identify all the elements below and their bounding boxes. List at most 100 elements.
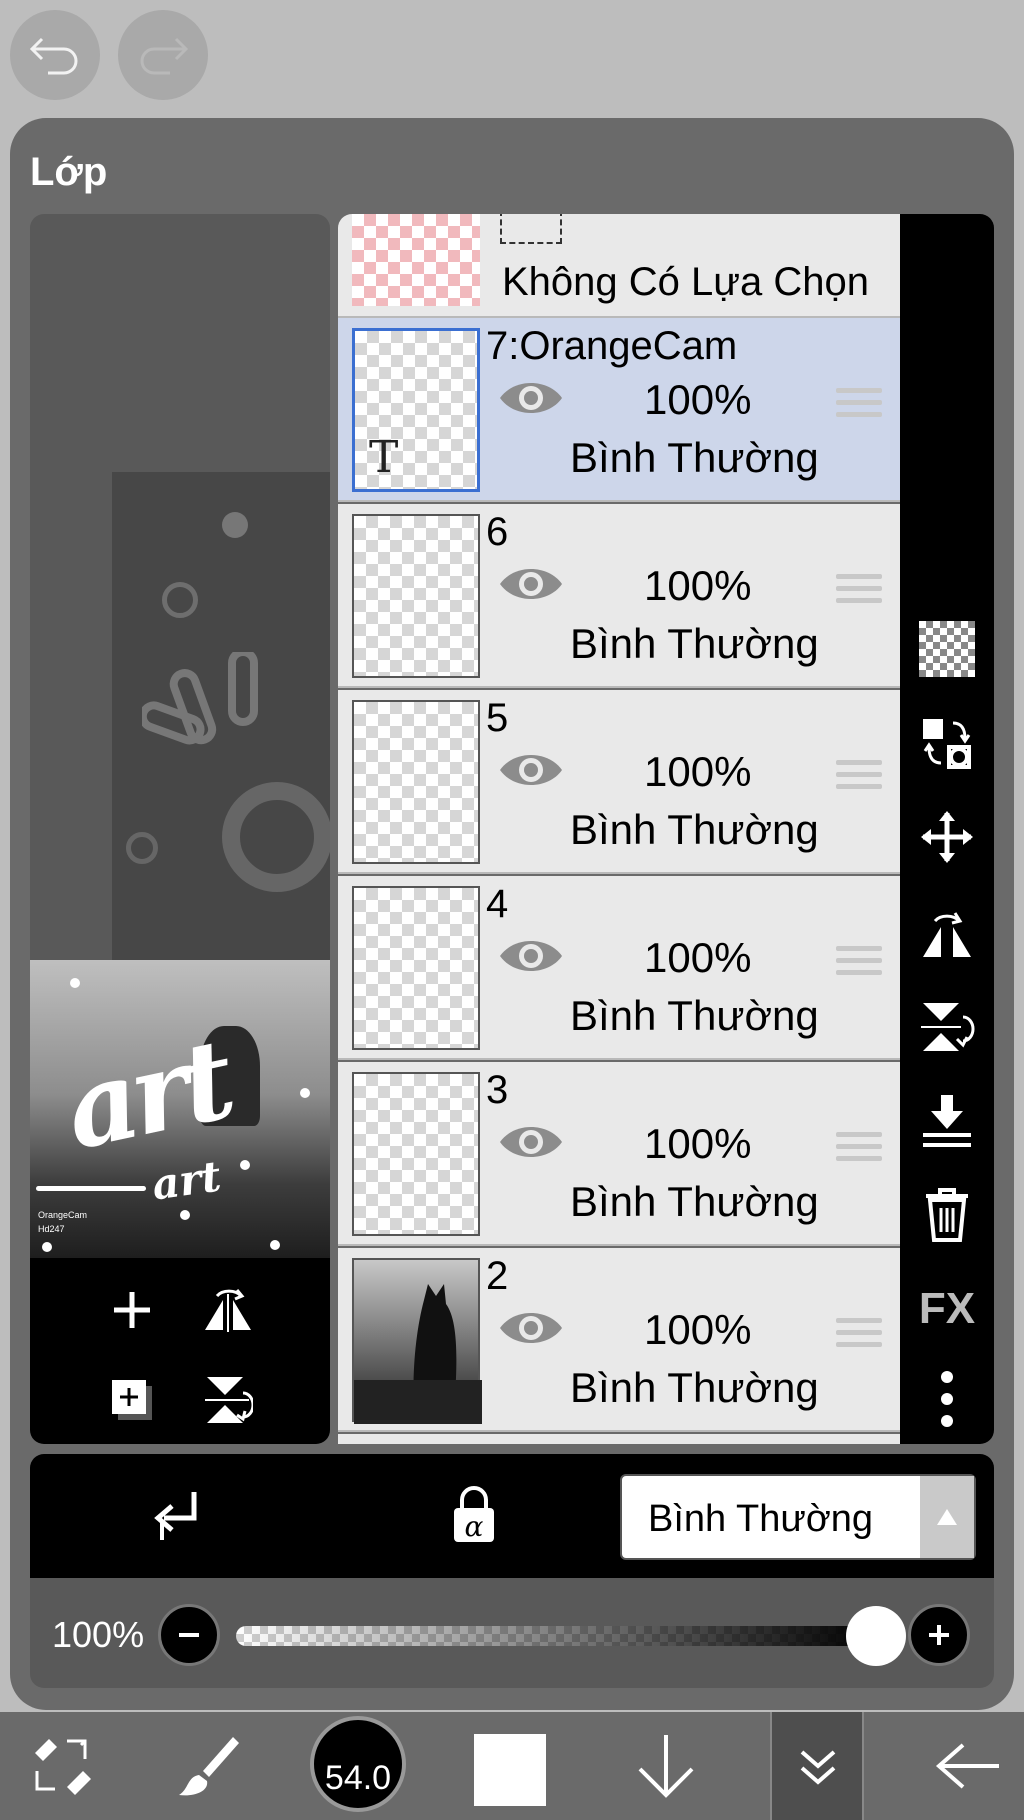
canvas-preview-pane: art art OrangeCam Hd247 (30, 214, 330, 1444)
plus-icon (114, 1292, 150, 1328)
duplicate-layer-button[interactable] (102, 1370, 162, 1430)
visibility-eye-icon[interactable] (498, 562, 564, 606)
move-arrows-icon (921, 811, 973, 863)
redo-icon (140, 37, 189, 75)
add-layer-button[interactable] (102, 1280, 162, 1340)
cat-photo-icon (354, 1284, 482, 1424)
layer-opacity: 100% (644, 1120, 752, 1167)
move-button[interactable] (912, 802, 982, 872)
layer-blend-mode: Bình Thường (570, 620, 819, 667)
visibility-eye-icon[interactable] (498, 934, 564, 978)
fx-button[interactable]: FX (912, 1274, 982, 1344)
layer-list[interactable]: Không Có Lựa Chọn T 7:OrangeCam 100% Bìn… (338, 214, 900, 1444)
dropdown-arrow-icon (920, 1476, 974, 1558)
flip-horizontal-button[interactable] (198, 1280, 258, 1340)
drag-handle-icon[interactable] (836, 946, 882, 980)
opacity-slider-knob[interactable] (846, 1606, 906, 1666)
flip-layer-vertical-button[interactable] (912, 992, 982, 1062)
layer-row-3[interactable]: 3 100% Bình Thường (338, 1062, 900, 1246)
layer-blend-mode: Bình Thường (570, 434, 819, 481)
trash-icon (926, 1188, 968, 1242)
text-layer-icon: T (369, 432, 399, 483)
panel-title: Lớp (30, 150, 108, 194)
opacity-increase-button[interactable] (908, 1604, 970, 1666)
layer-thumbnail (352, 1072, 480, 1236)
merge-down-button[interactable] (912, 1086, 982, 1156)
selection-layer-label: Không Có Lựa Chọn (502, 260, 870, 304)
flip-vertical-icon (921, 1003, 975, 1051)
drag-handle-icon[interactable] (836, 760, 882, 794)
layer-row-2[interactable]: 2 100% Bình Thường (338, 1248, 900, 1432)
layer-row-4[interactable]: 4 100% Bình Thường (338, 876, 900, 1060)
back-button[interactable] (920, 1712, 1016, 1820)
transform-tool-button[interactable] (14, 1712, 110, 1820)
brush-size-indicator[interactable]: 54.0 (310, 1716, 406, 1812)
brush-size-value: 54.0 (324, 1759, 392, 1797)
swap-layer-button[interactable] (912, 708, 982, 778)
delete-layer-button[interactable] (912, 1180, 982, 1250)
flip-vertical-button[interactable] (198, 1370, 258, 1430)
layer-actions-column: FX (900, 214, 994, 1444)
merge-down-icon (923, 1095, 971, 1147)
visibility-eye-icon[interactable] (498, 748, 564, 792)
clipping-arrow-icon (154, 1492, 197, 1540)
selection-layer[interactable]: Không Có Lựa Chọn (338, 214, 900, 318)
opacity-row: 100% (30, 1578, 994, 1688)
duplicate-icon (112, 1380, 152, 1420)
layer-row-6[interactable]: 6 100% Bình Thường (338, 504, 900, 688)
color-swatch[interactable] (474, 1734, 546, 1806)
selection-layer-thumbnail (352, 214, 480, 306)
redo-button[interactable] (118, 10, 208, 100)
brush-icon (179, 1737, 239, 1796)
canvas-thumbnail[interactable]: art art OrangeCam Hd247 (30, 960, 330, 1258)
undo-button[interactable] (10, 10, 100, 100)
drag-handle-icon[interactable] (836, 388, 882, 422)
layers-tab-button[interactable] (770, 1712, 864, 1820)
opacity-slider[interactable] (236, 1626, 876, 1646)
download-button[interactable] (618, 1712, 714, 1820)
layer-row-7[interactable]: T 7:OrangeCam 100% Bình Thường (338, 318, 900, 502)
layer-blend-mode: Bình Thường (570, 992, 819, 1039)
layer-thumbnail (352, 886, 480, 1050)
layer-name: 4 (486, 882, 509, 926)
layer-thumbnail (352, 514, 480, 678)
flip-horizontal-icon (923, 912, 971, 957)
blend-mode-bar: α Bình Thường (30, 1454, 994, 1578)
layer-thumbnail: T (352, 328, 480, 492)
swap-icon (923, 719, 971, 769)
visibility-eye-icon[interactable] (498, 1306, 564, 1350)
blend-mode-value: Bình Thường (648, 1498, 874, 1540)
more-options-button[interactable] (912, 1364, 982, 1434)
blend-mode-select[interactable]: Bình Thường (620, 1474, 976, 1560)
thumbnail-caption-2: Hd247 (38, 1224, 65, 1234)
clipping-button[interactable] (148, 1484, 212, 1548)
alpha-lock-button[interactable]: α (442, 1484, 506, 1548)
drag-handle-icon[interactable] (836, 1318, 882, 1352)
alpha-lock-icon: α (454, 1486, 494, 1543)
layer-row-5[interactable]: 5 100% Bình Thường (338, 690, 900, 874)
drag-handle-icon[interactable] (836, 1132, 882, 1166)
thumbnail-caption: OrangeCam (38, 1210, 88, 1220)
flip-layer-horizontal-button[interactable] (912, 898, 982, 968)
layer-row-1[interactable] (338, 1434, 900, 1444)
layer-name: 3 (486, 1068, 509, 1112)
layer-name: 2 (486, 1254, 509, 1298)
layer-opacity: 100% (644, 1306, 752, 1353)
transparency-button[interactable] (912, 614, 982, 684)
layer-name: 7:OrangeCam (486, 324, 738, 368)
chevron-double-down-icon (800, 1750, 836, 1785)
opacity-value: 100% (52, 1614, 145, 1655)
layer-opacity: 100% (644, 934, 752, 981)
drag-handle-icon[interactable] (836, 574, 882, 608)
opacity-decrease-button[interactable] (158, 1604, 220, 1666)
layer-name: 6 (486, 510, 509, 554)
bottom-toolbar: 54.0 (0, 1712, 1024, 1820)
visibility-eye-icon[interactable] (498, 376, 564, 420)
minus-icon (179, 1633, 199, 1637)
layer-opacity: 100% (644, 748, 752, 795)
thumbnail-art-text: art (54, 1014, 240, 1175)
flip-horizontal-icon (205, 1289, 251, 1332)
visibility-eye-icon[interactable] (498, 1120, 564, 1164)
brush-tool-button[interactable] (160, 1712, 256, 1820)
layer-thumbnail (352, 700, 480, 864)
